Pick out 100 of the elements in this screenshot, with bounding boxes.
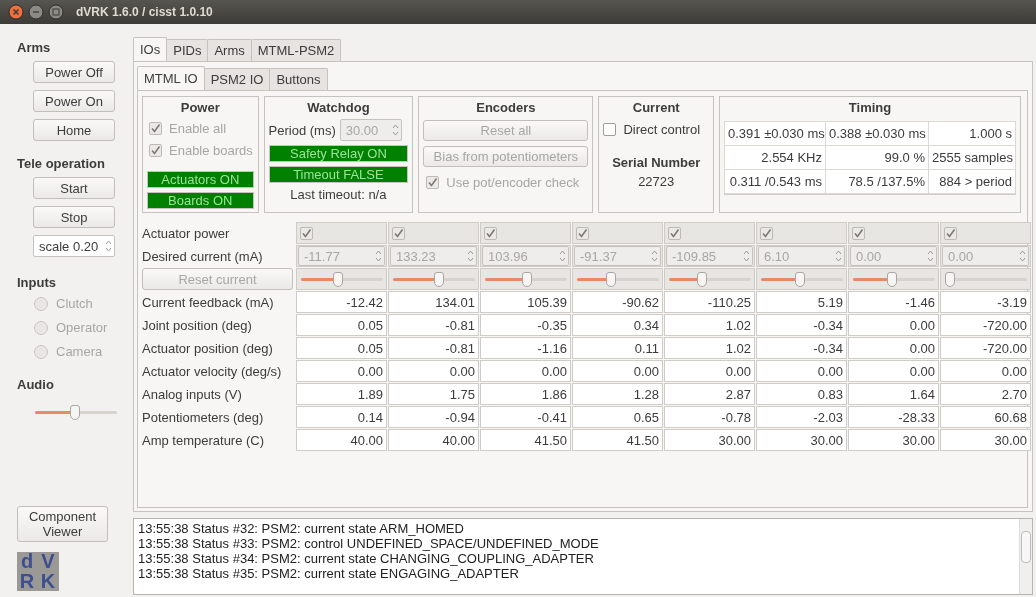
checkbox[interactable] [149,143,162,157]
checkbox-label: Enable all [169,120,227,136]
tab[interactable]: Buttons [269,68,328,90]
table-cell: -720.00 [940,337,1031,359]
slider-handle[interactable] [521,272,532,287]
spin-arrows-icon[interactable] [743,249,750,263]
group-title: Power [180,100,220,115]
slider[interactable] [300,271,383,287]
checkbox[interactable] [426,175,440,189]
maximize-icon[interactable] [48,4,64,20]
log-line: 13:55:38 Status #32: PSM2: current state ARM_HOMED [138,521,465,536]
slider-handle[interactable] [795,272,806,287]
spin-arrows-icon[interactable] [467,249,474,263]
table-cell: 1.02 [664,314,755,336]
radio-button[interactable] [34,344,48,359]
table-cell: -0.35 [480,314,571,336]
spin-arrows-icon[interactable] [835,249,842,263]
slider[interactable] [944,271,1027,287]
checkbox[interactable] [484,226,497,240]
teleop-button[interactable]: Stop [33,206,115,228]
row-label: Joint position (deg) [142,317,253,335]
checkbox[interactable] [603,122,617,136]
checkbox[interactable] [944,226,957,240]
slider[interactable] [668,271,751,287]
spin-arrows-icon[interactable] [651,249,658,263]
dvrk-logo: d V R K [17,552,59,591]
arm-button[interactable]: Power On [33,90,115,112]
scrollbar[interactable] [1019,519,1032,594]
row-label: Current feedback (mA) [142,294,275,312]
table-cell: 0.00 [848,314,939,336]
checkbox[interactable] [852,226,865,240]
window-title: dVRK 1.6.0 / cisst 1.0.10 [76,5,213,19]
spin-arrows-icon[interactable] [105,239,112,253]
slider-handle[interactable] [887,272,898,287]
table-cell: 1.75 [388,383,479,405]
log-line: 13:55:38 Status #35: PSM2: current state ENGAGING_ADAPTER [138,566,520,581]
slider-handle[interactable] [434,272,445,287]
spin-arrows-icon[interactable] [1019,249,1026,263]
spin-arrows-icon[interactable] [391,123,399,137]
slider-handle[interactable] [606,272,616,287]
tab[interactable]: PSM2 IO [203,68,271,90]
table-cell: 0.83 [756,383,847,405]
slider[interactable] [852,271,935,287]
checkbox[interactable] [668,226,681,240]
field-label: Period (ms) [268,122,336,138]
slider[interactable] [35,404,117,420]
tab[interactable]: MTML IO [137,66,205,90]
checkbox[interactable] [300,226,313,240]
tab[interactable]: PIDs [166,39,209,61]
radio-button[interactable] [34,320,48,335]
tab[interactable]: Arms [207,39,252,61]
table-cell: 0.14 [296,406,387,428]
table-cell: 2.554 KHz [724,145,826,170]
arm-button[interactable]: Home [33,119,115,141]
table-cell: 0.65 [572,406,663,428]
slider-handle[interactable] [69,405,80,420]
arm-button[interactable]: Power Off [33,61,115,83]
radio-button[interactable] [34,296,48,311]
checkbox[interactable] [392,226,405,240]
table-cell: -720.00 [940,314,1031,336]
component-viewer-button[interactable]: Component Viewer [17,506,108,542]
row-label: Actuator position (deg) [142,340,274,358]
spin-arrows-icon[interactable] [375,249,382,263]
tab[interactable]: MTML-PSM2 [250,39,342,61]
table-cell: 0.00 [848,337,939,359]
slider[interactable] [760,271,843,287]
table-cell: 1.02 [664,337,755,359]
spin-arrows-icon[interactable] [927,249,934,263]
table-cell: -2.03 [756,406,847,428]
row-label: Amp temperature (C) [142,432,266,450]
close-icon[interactable] [8,4,24,20]
table-cell: 0.05 [296,337,387,359]
status-indicator: Actuators ON [147,171,254,188]
table-cell: 1.86 [480,383,571,405]
spin-arrows-icon[interactable] [559,249,566,263]
section-heading: Audio [17,377,55,392]
table-cell: 30.00 [940,429,1031,451]
table-cell: 1.28 [572,383,663,405]
checkbox[interactable] [149,121,162,135]
minimize-icon[interactable] [28,4,44,20]
slider[interactable] [576,271,659,287]
teleop-button[interactable]: Start [33,177,115,199]
table-cell: -28.33 [848,406,939,428]
checkbox-label: Enable boards [169,142,253,158]
checkbox-label: Use pot/encoder check [446,174,580,190]
table-cell: 0.00 [848,360,939,382]
slider-handle[interactable] [944,272,955,287]
last-timeout-text: Last timeout: n/a [289,187,388,202]
slider[interactable] [484,271,567,287]
slider-handle[interactable] [697,272,708,287]
tab[interactable]: IOs [133,37,168,61]
table-cell: 0.00 [940,360,1031,382]
checkbox[interactable] [760,226,773,240]
checkbox[interactable] [576,226,589,240]
table-cell: -90.62 [572,291,663,313]
slider[interactable] [392,271,475,287]
table-cell: 0.00 [388,360,479,382]
scale-field[interactable]: scale 0.20 [33,235,115,257]
status-indicator: Safety Relay ON [268,145,409,162]
slider-handle[interactable] [332,272,343,287]
